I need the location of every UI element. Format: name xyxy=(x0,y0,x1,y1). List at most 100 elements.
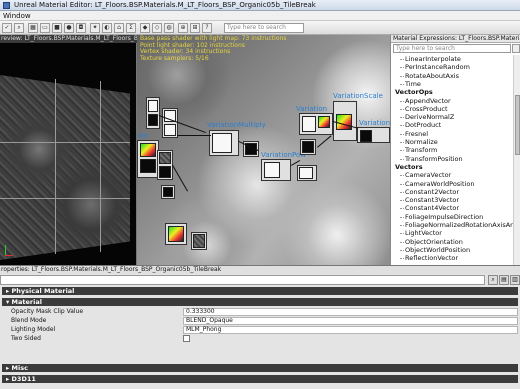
connection-wire xyxy=(177,135,211,136)
expression-item[interactable]: RotateAboutAxis xyxy=(400,72,459,80)
menu-window[interactable]: Window xyxy=(3,12,31,20)
help-icon[interactable]: ? xyxy=(202,23,212,33)
app-icon xyxy=(3,2,10,9)
material-node[interactable] xyxy=(300,139,316,155)
material-node[interactable] xyxy=(165,223,187,245)
two-sided-checkbox[interactable] xyxy=(183,335,190,342)
material-graph-canvas[interactable]: Base pass shader with light map: 73 inst… xyxy=(137,35,390,265)
expression-item[interactable]: Transform xyxy=(399,146,437,154)
material-node[interactable] xyxy=(162,108,178,138)
expression-scrollbar[interactable] xyxy=(513,55,520,265)
material-node[interactable] xyxy=(297,165,317,181)
variation-multiply-node[interactable] xyxy=(209,130,239,156)
variation-va-node[interactable] xyxy=(357,127,390,143)
expression-item[interactable]: CrossProduct xyxy=(400,105,448,113)
window-title: Unreal Material Editor: LT_Floors.BSP.Ma… xyxy=(14,1,316,9)
stats-icon[interactable]: Σ xyxy=(126,23,136,33)
node-preview xyxy=(148,114,158,126)
node-title-variation-scale[interactable]: VariationScale xyxy=(333,92,383,100)
expression-list: LinearInterpolate PerInstanceRandom Rotate… xyxy=(391,55,513,265)
scrollbar-thumb[interactable] xyxy=(515,95,520,155)
collapse-icon[interactable]: ▥ xyxy=(510,275,520,285)
expression-item[interactable]: FoliageNormalizedRotationAxisAndAngle xyxy=(400,221,513,229)
plane-icon[interactable]: ▭ xyxy=(40,23,50,33)
color-icon[interactable]: ◍ xyxy=(164,23,174,33)
preview-viewport[interactable]: review: LT_Floors.BSP.Materials.M_LT_Flo… xyxy=(0,35,137,265)
section-physical-material[interactable]: ▸ Physical Material xyxy=(2,287,518,295)
node-title-variation[interactable]: Variation xyxy=(296,105,327,113)
expression-item[interactable]: Time xyxy=(400,80,421,88)
apply-icon[interactable]: ✓ xyxy=(2,23,12,33)
expression-item[interactable]: CameraVector xyxy=(399,171,451,179)
toolbar-search-input[interactable]: Type here to search xyxy=(224,23,304,33)
expression-item[interactable]: Normalize xyxy=(400,138,438,146)
expression-item[interactable]: LinearInterpolate xyxy=(400,55,461,63)
node-preview xyxy=(159,166,171,178)
property-row-opacity: Opacity Mask Clip Value 0.333300 xyxy=(2,308,518,316)
expression-item[interactable]: Constant2Vector xyxy=(399,188,459,196)
blend-mode-select[interactable]: BLEND_Opaque xyxy=(183,317,518,325)
section-material[interactable]: ▾ Material xyxy=(2,298,518,306)
search-icon[interactable]: ⌕ xyxy=(488,275,498,285)
sphere-icon[interactable]: ● xyxy=(64,23,74,33)
properties-search-input[interactable] xyxy=(0,275,485,285)
search-icon[interactable]: ⌕ xyxy=(14,23,24,33)
fit-icon[interactable]: ⊞ xyxy=(190,23,200,33)
grid-icon[interactable]: ▦ xyxy=(28,23,38,33)
expression-item[interactable]: ObjectOrientation xyxy=(400,238,463,246)
section-d3d11[interactable]: ▸ D3D11 xyxy=(2,375,518,383)
expression-item[interactable]: Constant4Vector xyxy=(399,204,459,212)
expression-item[interactable]: DotProduct xyxy=(399,121,441,129)
clean-icon[interactable]: ✦ xyxy=(90,23,100,33)
toggle-icon[interactable]: ◆ xyxy=(140,23,150,33)
material-editor-window: Unreal Material Editor: LT_Floors.BSP.Ma… xyxy=(0,0,520,389)
expression-item[interactable]: Constant3Vector xyxy=(399,196,459,204)
variation-node[interactable] xyxy=(299,113,333,135)
property-row-two-sided: Two Sided xyxy=(2,335,518,343)
expression-item[interactable]: TransformPosition xyxy=(400,155,463,163)
expression-item[interactable]: FoliageImpulseDirection xyxy=(399,213,483,221)
title-bar: Unreal Material Editor: LT_Floors.BSP.Ma… xyxy=(0,0,520,11)
node-title-variation-va[interactable]: VariationVa xyxy=(359,119,390,127)
shader-stats: Base pass shader with light map: 73 inst… xyxy=(140,35,286,62)
expand-icon[interactable]: ▤ xyxy=(499,275,509,285)
material-node[interactable] xyxy=(137,140,159,178)
node-title-variation-multiply[interactable]: VariationMultiply xyxy=(207,121,266,129)
preview-header: review: LT_Floors.BSP.Materials.M_LT_Flo… xyxy=(0,35,137,43)
box-icon[interactable]: ■ xyxy=(52,23,62,33)
material-node[interactable] xyxy=(161,185,175,199)
connection-wire xyxy=(317,135,332,148)
material-node[interactable] xyxy=(146,97,160,129)
section-misc[interactable]: ▸ Misc xyxy=(2,364,518,372)
property-label: Lighting Model xyxy=(11,326,56,333)
material-node[interactable] xyxy=(157,150,173,180)
node-title-color[interactable]: olor xyxy=(137,132,148,140)
property-label: Blend Mode xyxy=(11,317,47,324)
preview-mesh xyxy=(0,75,130,260)
expression-category[interactable]: Vectors xyxy=(395,163,423,171)
expression-item[interactable]: ReflectionVector xyxy=(399,254,458,262)
expression-item[interactable]: DeriveNormalZ xyxy=(399,113,454,121)
opacity-mask-input[interactable]: 0.333300 xyxy=(183,308,518,316)
node-preview xyxy=(140,159,156,173)
expression-item[interactable]: LightVector xyxy=(400,229,442,237)
lighting-model-select[interactable]: MLM_Phong xyxy=(183,326,518,334)
expression-item[interactable]: Fresnel xyxy=(399,130,428,138)
expression-item[interactable]: PerInstanceRandom xyxy=(400,63,470,71)
node-preview xyxy=(148,100,158,112)
expression-search-input[interactable]: Type here to search xyxy=(393,44,511,53)
node-preview xyxy=(264,162,280,178)
expression-item[interactable]: ObjectWorldPosition xyxy=(399,246,470,254)
expression-item[interactable]: CameraWorldPosition xyxy=(399,180,474,188)
material-node[interactable] xyxy=(191,232,207,250)
cylinder-icon[interactable]: ◘ xyxy=(76,23,86,33)
variation-pow-node[interactable] xyxy=(261,159,291,181)
search-icon[interactable] xyxy=(512,44,520,53)
palette-icon[interactable]: ◇ xyxy=(152,23,162,33)
toolbar: ✓ ⌕ ▦ ▭ ■ ● ◘ ✦ ◐ ⌂ Σ ◆ ◇ ◍ ⊕ ⊞ ? Type h… xyxy=(0,21,520,35)
zoom-icon[interactable]: ⊕ xyxy=(178,23,188,33)
expression-category[interactable]: VectorOps xyxy=(395,88,433,96)
home-icon[interactable]: ⌂ xyxy=(114,23,124,33)
expression-item[interactable]: AppendVector xyxy=(400,97,451,105)
realtime-icon[interactable]: ◐ xyxy=(102,23,112,33)
